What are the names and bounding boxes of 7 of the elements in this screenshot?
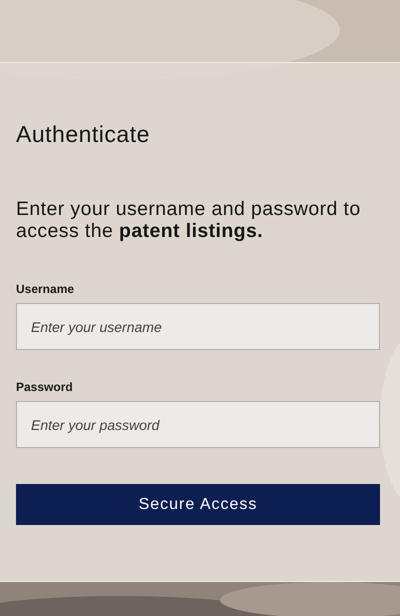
page-title: Authenticate [16,121,151,148]
input-field[interactable]: Enter your password [16,401,380,448]
intro-text: Enter your username and password to access the patent listings. [16,198,362,242]
secure-access-button[interactable]: Secure Access [16,484,380,525]
field-label: Password [16,380,74,394]
field-label: Username [16,282,76,296]
input-field[interactable]: Enter your username [16,303,380,350]
